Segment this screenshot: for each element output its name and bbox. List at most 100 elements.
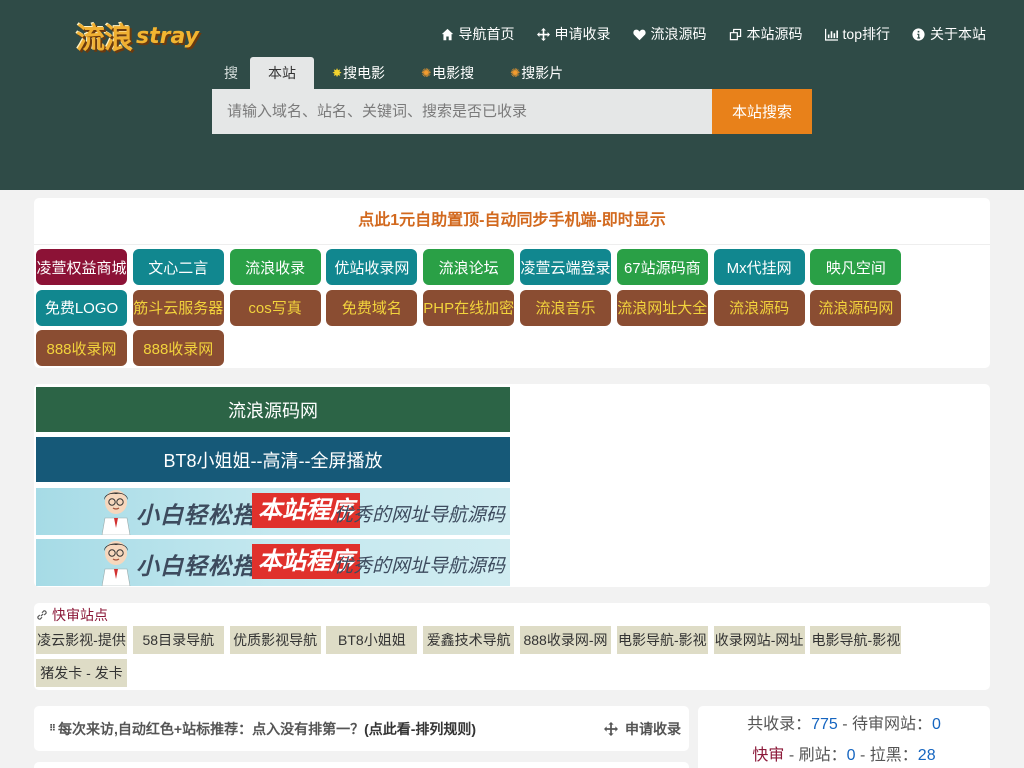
ad-link-button[interactable]: 67站源码商 <box>616 249 708 285</box>
pending-count: 0 <box>932 716 941 733</box>
apply-inclusion-label: 申请收录 <box>625 720 681 737</box>
stats-line-2: 快审 - 刷站：0 - 拉黑：28 <box>698 741 990 765</box>
pin-top-headline[interactable]: 点此1元自助置顶-自动同步手机端-即时显示 <box>34 198 990 245</box>
blacklist-label: 拉黑： <box>869 747 918 764</box>
fast-review-item[interactable]: 凌云影视-提供 <box>36 626 127 654</box>
nav-stray-source[interactable]: 流浪源码 <box>632 24 707 44</box>
banner-program-ad[interactable]: 小白轻松搭建 本站程序 优秀的网址导航源码 <box>36 539 510 586</box>
tab-this-site-label: 本站 <box>268 65 296 81</box>
butterfly-icon: ✺ <box>510 66 521 80</box>
tab-search-movie[interactable]: ✸ 搜电影 <box>314 57 403 89</box>
ranking-rules-link[interactable]: (点此看-排列规则) <box>364 719 476 739</box>
notice-bar: ⠿ 每次来访,自动红色+站标推荐：点入没有排第一？ (点此看-排列规则) 申请收… <box>34 706 689 751</box>
fast-review-panel: 快审站点 凌云影视-提供 58目录导航 优质影视导航 BT8小姐姐 爱鑫技术导航 888收… <box>34 603 990 690</box>
ad-link-button[interactable]: 888收录网 <box>36 330 127 366</box>
tab-movie-search-label: 电影搜 <box>432 65 475 81</box>
ad-link-button[interactable]: 流浪论坛 <box>423 249 515 285</box>
move-icon <box>536 27 550 41</box>
separator: - <box>784 747 799 764</box>
nav-top-rank-label: top排行 <box>842 26 890 42</box>
search-input[interactable] <box>212 89 712 134</box>
home-icon <box>441 28 453 40</box>
logo-en-text: stray <box>136 23 199 49</box>
fast-review-item[interactable]: 58目录导航 <box>132 626 224 654</box>
fast-review-item[interactable]: 电影导航-影视 <box>810 626 902 654</box>
logo-cn-text: 流浪 <box>76 21 133 55</box>
site-logo[interactable]: 流浪 stray <box>76 16 199 56</box>
tab-this-site[interactable]: 本站 <box>250 57 314 89</box>
info-circle-icon <box>912 27 925 41</box>
separator: - <box>855 747 870 764</box>
ad-link-button[interactable]: 文心二言 <box>132 249 224 285</box>
bar-chart-icon <box>824 28 838 41</box>
banner-text-nav-source: 优秀的网址导航源码 <box>334 556 506 577</box>
ad-link-button[interactable]: 凌萱云端登录 <box>520 249 611 285</box>
top-nav: 导航首页 申请收录 流浪源码 本站源码 top排行 关于本站 <box>419 24 986 44</box>
nav-apply-label: 申请收录 <box>554 26 611 42</box>
grid-dots-icon: ⠿ <box>49 723 56 733</box>
fast-review-item[interactable]: BT8小姐姐 <box>326 626 418 654</box>
tab-movie-search[interactable]: ✺ 电影搜 <box>403 57 492 89</box>
tab-search-film[interactable]: ✺ 搜影片 <box>492 57 581 89</box>
ad-link-button[interactable]: 优站收录网 <box>326 249 418 285</box>
fast-review-stat-link[interactable]: 快审 <box>752 747 784 764</box>
fast-review-item[interactable]: 电影导航-影视 <box>616 626 708 654</box>
fast-review-item[interactable]: 爱鑫技术导航 <box>423 626 515 654</box>
ad-link-button[interactable]: 流浪源码 <box>713 289 805 326</box>
butterfly-icon: ✺ <box>421 66 432 80</box>
tab-search-film-label: 搜影片 <box>521 65 564 81</box>
ad-link-button[interactable]: 映凡空间 <box>810 249 902 285</box>
nav-top-rank[interactable]: top排行 <box>824 24 890 44</box>
banner-panel: 流浪源码网 BT8小姐姐--高清--全屏播放 小白轻松搭建 本站程序 优秀的网址… <box>34 384 990 587</box>
ad-link-button[interactable]: 流浪源码网 <box>810 289 902 326</box>
ad-link-button[interactable]: 流浪音乐 <box>520 289 611 326</box>
tab-search-movie-label: 搜电影 <box>343 65 386 81</box>
search-tabs: 搜 本站 ✸ 搜电影 ✺ 电影搜 ✺ 搜影片 <box>212 57 581 89</box>
brush-label: 刷站： <box>798 747 847 764</box>
fast-review-item[interactable]: 猪发卡 - 发卡 <box>36 659 127 687</box>
nav-site-source[interactable]: 本站源码 <box>729 24 803 44</box>
header: 流浪 stray 导航首页 申请收录 流浪源码 本站源码 top排行 关于本站 <box>0 0 1024 190</box>
link-icon <box>37 610 47 620</box>
stats-line-1: 共收录：775 - 待审网站：0 <box>698 710 990 734</box>
banner-program-ad[interactable]: 小白轻松搭建 本站程序 优秀的网址导航源码 <box>36 488 510 535</box>
nav-about[interactable]: 关于本站 <box>912 24 986 44</box>
nav-apply[interactable]: 申请收录 <box>536 24 611 44</box>
nav-site-source-label: 本站源码 <box>746 26 803 42</box>
ad-link-button[interactable]: Mx代挂网 <box>713 249 805 285</box>
ad-links-panel: 点此1元自助置顶-自动同步手机端-即时显示 凌萱权益商城 文心二言 流浪收录 优站收录… <box>34 198 990 368</box>
ad-link-button[interactable]: 888收录网 <box>132 330 224 366</box>
ad-link-button[interactable]: 流浪网址大全 <box>616 289 708 326</box>
search-tabs-lead: 搜 <box>224 65 238 81</box>
cartoon-boy-icon <box>101 541 131 586</box>
ad-link-button[interactable]: PHP在线加密 <box>423 289 515 326</box>
brush-count: 0 <box>846 747 856 764</box>
nav-about-label: 关于本站 <box>930 26 986 42</box>
fast-review-item[interactable]: 收录网站-网址 <box>713 626 805 654</box>
heart-icon <box>632 29 646 40</box>
separator: - <box>837 716 852 733</box>
content-panel <box>34 762 689 768</box>
ad-link-button[interactable]: cos写真 <box>229 289 321 326</box>
pending-label: 待审网站： <box>852 716 933 733</box>
stats-panel: 共收录：775 - 待审网站：0 快审 - 刷站：0 - 拉黑：28 <box>698 706 990 768</box>
ad-link-button[interactable]: 免费域名 <box>326 289 418 326</box>
move-icon <box>604 721 618 736</box>
fast-review-label: 快审站点 <box>52 607 108 623</box>
apply-inclusion-button[interactable]: 申请收录 <box>604 706 681 751</box>
ad-link-button[interactable]: 流浪收录 <box>229 249 321 285</box>
fast-review-item[interactable]: 888收录网-网 <box>520 626 611 654</box>
nav-home-label: 导航首页 <box>458 26 515 42</box>
search-button[interactable]: 本站搜索 <box>712 89 812 134</box>
nav-home[interactable]: 导航首页 <box>441 24 515 44</box>
banner-stray-source[interactable]: 流浪源码网 <box>36 387 510 432</box>
ad-link-button[interactable]: 免费LOGO <box>36 289 127 326</box>
ad-link-button[interactable]: 凌萱权益商城 <box>36 249 127 285</box>
fast-review-item[interactable]: 优质影视导航 <box>229 626 321 654</box>
banner-text-nav-source: 优秀的网址导航源码 <box>334 505 506 526</box>
total-count: 775 <box>811 716 838 733</box>
fast-review-title: 快审站点 <box>36 605 108 625</box>
sun-icon: ✸ <box>332 66 343 80</box>
ad-link-button[interactable]: 筋斗云服务器 <box>132 289 224 326</box>
banner-bt8[interactable]: BT8小姐姐--高清--全屏播放 <box>36 437 510 482</box>
